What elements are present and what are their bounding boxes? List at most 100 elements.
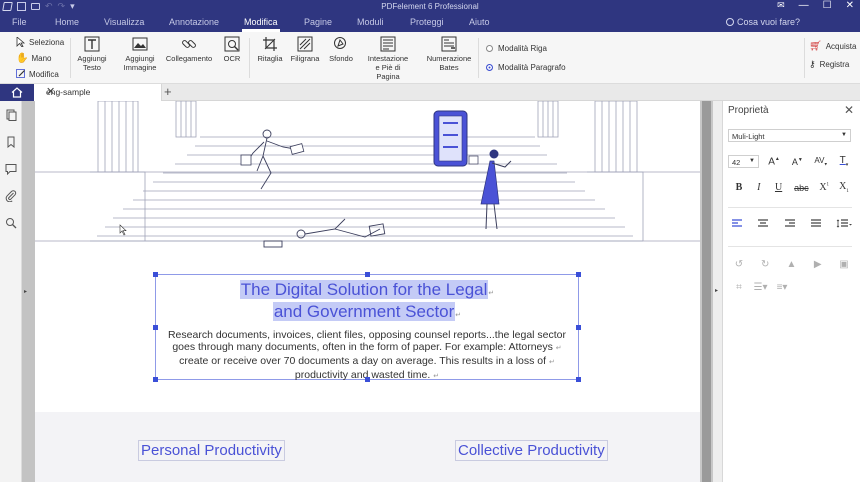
selected-text-box[interactable]: The Digital Solution for the Legal↵ and … xyxy=(153,272,581,383)
crop-image-icon[interactable]: ⌗ xyxy=(731,282,747,293)
line-spacing-icon[interactable] xyxy=(836,219,852,229)
align-right-icon[interactable] xyxy=(784,219,796,229)
divider xyxy=(728,207,852,208)
replace-image-icon[interactable]: ▣ xyxy=(836,259,852,270)
decrease-font-icon[interactable]: A▼ xyxy=(789,157,805,167)
distribute-objects-icon[interactable]: ≡▾ xyxy=(774,282,790,293)
resize-handle[interactable] xyxy=(576,377,581,382)
justify-icon[interactable] xyxy=(810,219,822,229)
font-size-select[interactable]: 42 ▼ xyxy=(728,155,759,168)
menu-help[interactable]: Aiuto xyxy=(469,17,490,27)
resize-handle[interactable] xyxy=(153,325,158,330)
link-icon xyxy=(182,40,196,48)
superscript-icon[interactable]: X1 xyxy=(816,182,832,193)
register-button[interactable]: ⚷ Registra xyxy=(809,59,849,70)
close-window-button[interactable]: ✕ xyxy=(846,0,854,11)
add-image-label-2: Immagine xyxy=(123,63,157,72)
document-tab-bar: eng-sample ✕ + xyxy=(0,84,860,101)
text-color-icon[interactable]: T▾ xyxy=(836,155,852,168)
tell-me-search[interactable]: Cosa vuoi fare? xyxy=(725,17,800,27)
crop-button[interactable]: Ritaglia xyxy=(255,36,285,63)
menu-view[interactable]: Visualizza xyxy=(104,17,144,27)
resize-handle[interactable] xyxy=(576,325,581,330)
hand-tool[interactable]: ✋ Mano xyxy=(16,53,51,64)
resize-handle[interactable] xyxy=(365,377,370,382)
home-tab[interactable] xyxy=(0,84,34,101)
rotate-left-icon[interactable]: ↺ xyxy=(731,259,747,270)
document-tab[interactable]: eng-sample ✕ xyxy=(34,84,162,101)
character-spacing-icon[interactable]: AV▾ xyxy=(813,156,829,168)
minimize-button[interactable]: — xyxy=(799,0,809,11)
collective-productivity-box[interactable]: Collective Productivity xyxy=(455,440,608,461)
new-tab-button[interactable]: + xyxy=(164,84,172,99)
comment-icon[interactable] xyxy=(5,163,17,175)
select-tool[interactable]: Seleziona xyxy=(16,37,64,47)
resize-handle[interactable] xyxy=(153,377,158,382)
maximize-button[interactable]: ☐ xyxy=(823,0,832,11)
menu-file[interactable]: File xyxy=(12,17,27,27)
subscript-icon[interactable]: X1 xyxy=(836,181,852,194)
align-objects-icon[interactable]: ☰▾ xyxy=(753,282,769,293)
background-button[interactable]: Sfondo xyxy=(326,36,356,63)
attachment-icon[interactable] xyxy=(5,190,17,202)
header-footer-label-2: e Piè di Pagina xyxy=(375,63,401,81)
crop-tools: ⌗ ☰▾ ≡▾ xyxy=(731,282,790,293)
watermark-button[interactable]: Filigrana xyxy=(289,36,321,63)
legal-stairs-illustration xyxy=(35,101,700,248)
heading-line-1[interactable]: The Digital Solution for the Legal↵ xyxy=(156,280,578,300)
buy-button[interactable]: 🛒︎ Acquista xyxy=(809,41,856,52)
rotate-right-icon[interactable]: ↻ xyxy=(757,259,773,270)
close-properties-button[interactable]: ✕ xyxy=(844,103,854,117)
inbox-icon[interactable]: ✉ xyxy=(777,0,785,11)
bookmark-icon[interactable] xyxy=(5,136,17,148)
italic-icon[interactable]: I xyxy=(751,182,767,193)
thumbnails-icon[interactable] xyxy=(5,109,17,121)
search-icon[interactable] xyxy=(5,217,17,229)
resize-handle[interactable] xyxy=(365,272,370,277)
select-label: Seleziona xyxy=(29,37,65,47)
ocr-button[interactable]: OCR xyxy=(222,36,242,63)
flip-horizontal-icon[interactable]: ▶ xyxy=(810,259,826,270)
align-left-icon[interactable] xyxy=(731,219,743,229)
align-center-icon[interactable] xyxy=(757,219,769,229)
resize-handle[interactable] xyxy=(153,272,158,277)
font-family-select[interactable]: Muli-Light ▼ xyxy=(728,129,851,142)
right-panel-collapser[interactable]: ▸ xyxy=(713,101,722,482)
left-panel-collapser[interactable]: ▸ xyxy=(22,101,35,482)
increase-font-icon[interactable]: A▲ xyxy=(766,156,782,167)
body-paragraph[interactable]: Research documents, invoices, client fil… xyxy=(156,329,578,383)
add-text-button[interactable]: Aggiungi Testo xyxy=(76,36,108,72)
close-tab-button[interactable]: ✕ xyxy=(46,85,155,98)
edit-tool[interactable]: Modifica xyxy=(16,69,59,79)
ribbon-separator xyxy=(478,38,479,78)
edit-pencil-icon xyxy=(16,69,25,78)
bold-icon[interactable]: B xyxy=(731,182,747,193)
menu-protect[interactable]: Proteggi xyxy=(410,17,444,27)
underline-icon[interactable]: U xyxy=(771,182,787,193)
menu-pages[interactable]: Pagine xyxy=(304,17,332,27)
add-image-button[interactable]: Aggiungi Immagine xyxy=(121,36,159,72)
flip-vertical-icon[interactable]: ▲ xyxy=(784,259,800,270)
resize-handle[interactable] xyxy=(576,272,581,277)
heading-line-2[interactable]: and Government Sector↵ xyxy=(156,302,578,322)
paragraph-mode-radio[interactable]: Modalità Paragrafo xyxy=(486,63,566,72)
line-mode-radio[interactable]: Modalità Riga xyxy=(486,44,547,53)
dropdown-arrow-icon: ▼ xyxy=(841,132,847,138)
menu-bar: File Home Visualizza Annotazione Modific… xyxy=(0,15,860,32)
strikethrough-icon[interactable]: abc xyxy=(790,183,812,193)
bates-numbering-button[interactable]: Numerazione Bates xyxy=(424,36,474,72)
lightbulb-icon xyxy=(725,18,734,26)
vertical-scrollbar[interactable] xyxy=(700,101,713,482)
menu-annotation[interactable]: Annotazione xyxy=(169,17,219,27)
radio-checked-icon xyxy=(486,64,493,71)
personal-productivity-box[interactable]: Personal Productivity xyxy=(138,440,285,461)
menu-forms[interactable]: Moduli xyxy=(357,17,384,27)
link-button[interactable]: Collegamento xyxy=(165,36,213,63)
menu-edit[interactable]: Modifica xyxy=(244,17,278,27)
header-footer-button[interactable]: Intestazione e Piè di Pagina xyxy=(364,36,412,81)
scrollbar-thumb[interactable] xyxy=(702,101,711,482)
menu-home[interactable]: Home xyxy=(55,17,79,27)
left-sidebar xyxy=(0,101,22,482)
window-title: PDFelement 6 Professional xyxy=(381,2,479,11)
personal-productivity-text: Personal Productivity xyxy=(141,442,282,459)
